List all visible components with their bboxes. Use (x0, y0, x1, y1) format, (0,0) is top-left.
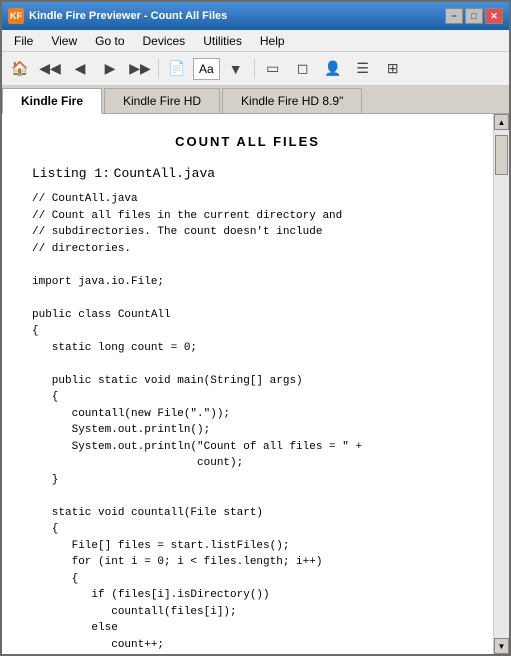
code-block: // CountAll.java // Count all files in t… (32, 191, 463, 654)
menu-devices[interactable]: Devices (135, 32, 194, 50)
layout-btn4[interactable]: ☰ (349, 56, 377, 82)
title-controls: − □ ✕ (445, 8, 503, 24)
menu-view[interactable]: View (43, 32, 85, 50)
device-tabs: Kindle Fire Kindle Fire HD Kindle Fire H… (2, 86, 509, 114)
listing-heading: Listing 1: CountAll.java (32, 165, 463, 181)
doc-button[interactable]: 📄 (163, 56, 191, 82)
main-window: KF Kindle Fire Previewer - Count All Fil… (0, 0, 511, 656)
maximize-button[interactable]: □ (465, 8, 483, 24)
window-title: Kindle Fire Previewer - Count All Files (29, 10, 227, 22)
layout-btn2[interactable]: ◻ (289, 56, 317, 82)
content-area: COUNT ALL FILES Listing 1: CountAll.java… (2, 114, 509, 654)
home-button[interactable]: 🏠 (6, 56, 34, 82)
tab-kindle-fire-hd-89[interactable]: Kindle Fire HD 8.9" (222, 88, 362, 113)
forward-button[interactable]: ▶▶ (126, 56, 154, 82)
page-content: COUNT ALL FILES Listing 1: CountAll.java… (2, 114, 493, 654)
separator-1 (158, 59, 159, 79)
menu-file[interactable]: File (6, 32, 41, 50)
scrollbar-down[interactable]: ▼ (494, 638, 509, 654)
close-button[interactable]: ✕ (485, 8, 503, 24)
next-button[interactable]: ▶ (96, 56, 124, 82)
menu-help[interactable]: Help (252, 32, 293, 50)
layout-btn5[interactable]: ⊞ (379, 56, 407, 82)
menu-bar: File View Go to Devices Utilities Help (2, 30, 509, 52)
separator-2 (254, 59, 255, 79)
scrollbar: ▲ ▼ (493, 114, 509, 654)
layout-btn1[interactable]: ▭ (259, 56, 287, 82)
tab-kindle-fire-hd[interactable]: Kindle Fire HD (104, 88, 220, 113)
scrollbar-thumb[interactable] (495, 135, 508, 175)
app-icon: KF (8, 8, 24, 24)
title-bar-left: KF Kindle Fire Previewer - Count All Fil… (8, 8, 227, 24)
scrollbar-up[interactable]: ▲ (494, 114, 509, 130)
toolbar: 🏠 ◀◀ ◀ ▶ ▶▶ 📄 Aa ▼ ▭ ◻ 👤 ☰ ⊞ (2, 52, 509, 86)
layout-btn3[interactable]: 👤 (319, 56, 347, 82)
page-title: COUNT ALL FILES (32, 134, 463, 149)
minimize-button[interactable]: − (445, 8, 463, 24)
listing-label: Listing 1: (32, 166, 110, 181)
menu-utilities[interactable]: Utilities (195, 32, 250, 50)
menu-goto[interactable]: Go to (87, 32, 132, 50)
prev-button[interactable]: ◀ (66, 56, 94, 82)
scrollbar-track[interactable] (494, 130, 509, 638)
back-button[interactable]: ◀◀ (36, 56, 64, 82)
title-bar: KF Kindle Fire Previewer - Count All Fil… (2, 2, 509, 30)
font-control[interactable]: Aa (193, 58, 220, 80)
listing-filename: CountAll.java (114, 166, 215, 181)
font-dropdown[interactable]: ▼ (222, 56, 250, 82)
tab-kindle-fire[interactable]: Kindle Fire (2, 88, 102, 114)
